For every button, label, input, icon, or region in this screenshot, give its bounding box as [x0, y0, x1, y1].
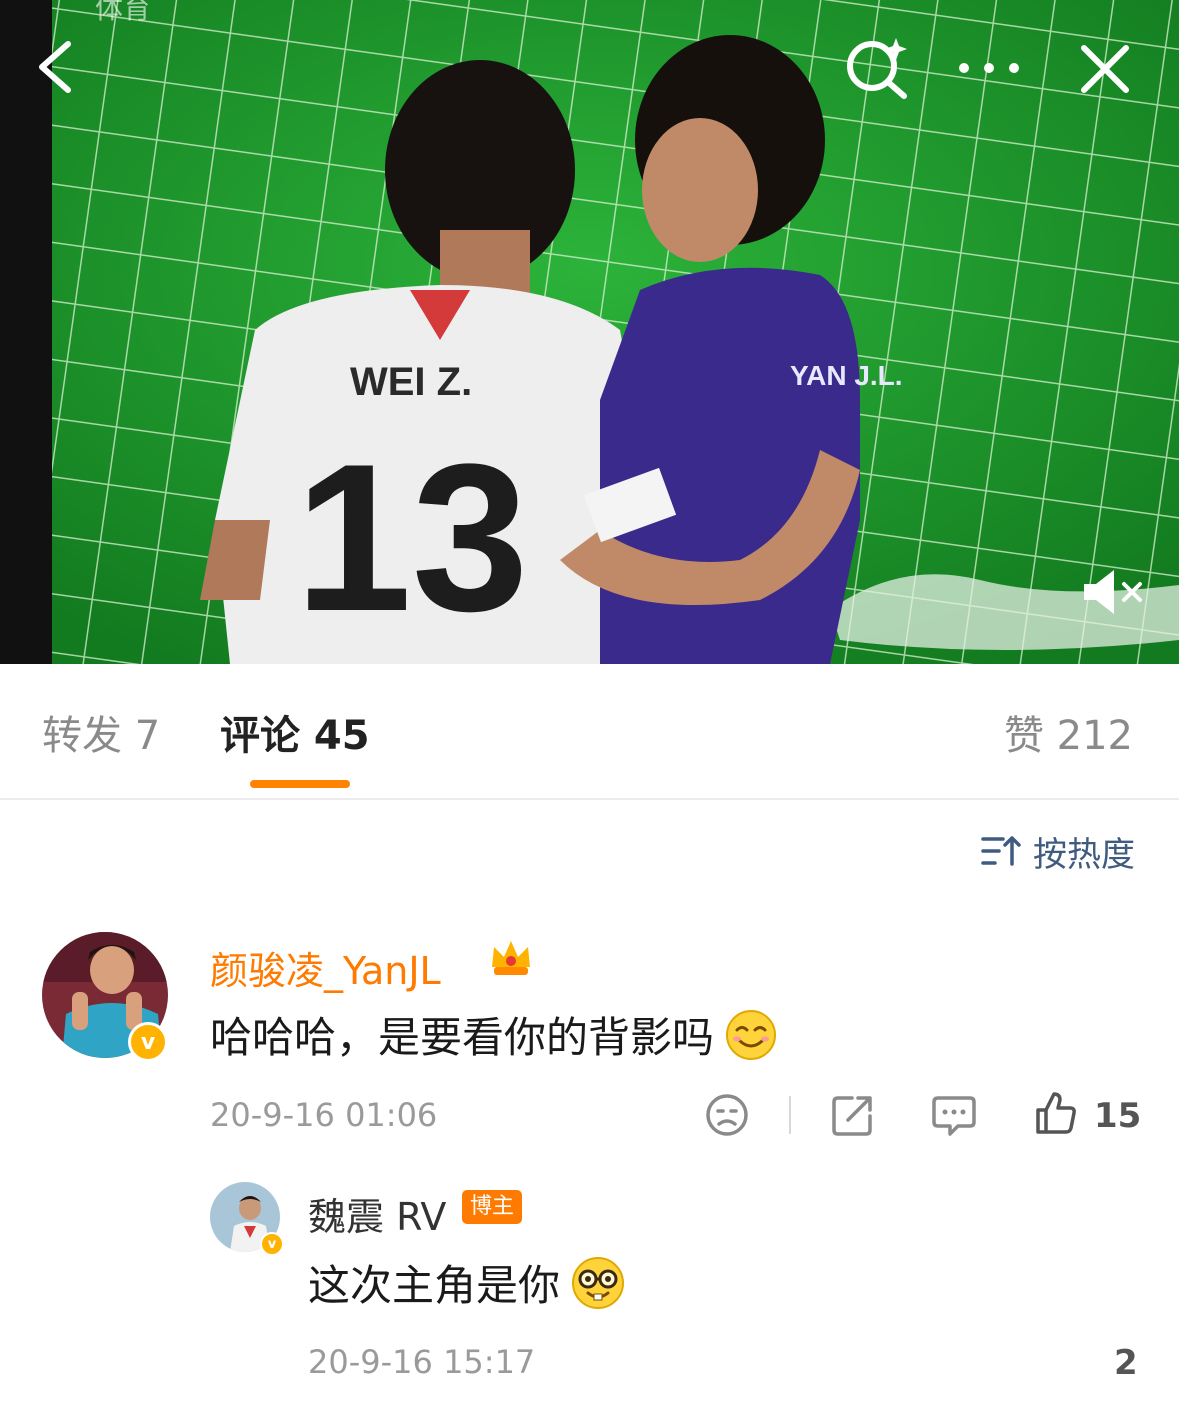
reply-like-count: 2 — [1114, 1343, 1138, 1383]
video-frame: WEI Z. 13 YAN J.L. 体育 — [0, 0, 1179, 664]
more-button[interactable] — [954, 48, 1024, 88]
reply-text-content: 这次主角是你 — [308, 1261, 561, 1310]
share-button[interactable] — [830, 1092, 876, 1138]
comment-timestamp: 20-9-16 01:06 — [210, 1096, 438, 1134]
share-icon — [832, 1096, 872, 1136]
more-dots-icon — [959, 63, 1019, 73]
like-button[interactable] — [1034, 1090, 1078, 1136]
white-jersey-number: 13 — [295, 420, 529, 655]
chevron-left-icon — [39, 41, 71, 93]
thumbs-up-icon — [1036, 1092, 1076, 1134]
sort-toggle[interactable]: 按热度 — [981, 826, 1135, 876]
tab-comments[interactable]: 评论 45 — [220, 710, 370, 762]
dislike-button[interactable] — [704, 1092, 750, 1138]
reply-button[interactable] — [930, 1094, 978, 1138]
sort-label: 按热度 — [1033, 834, 1135, 875]
reply-username[interactable]: 魏震 RV — [308, 1186, 446, 1241]
nerd-emoji-icon — [572, 1256, 625, 1309]
host-badge: 博主 — [462, 1190, 523, 1224]
close-button[interactable] — [1076, 40, 1134, 98]
like-count: 15 — [1094, 1096, 1142, 1136]
reply-verified-badge: v — [260, 1232, 284, 1256]
visual-search-button[interactable] — [842, 34, 912, 100]
speaker-muted-icon — [1084, 570, 1142, 614]
comment-text-content: 哈哈哈，是要看你的背影吗 — [210, 1013, 715, 1062]
verified-badge: v — [128, 1022, 168, 1062]
video-player[interactable]: WEI Z. 13 YAN J.L. 体育 — [0, 0, 1179, 664]
close-icon — [1081, 45, 1129, 93]
active-tab-indicator — [250, 780, 350, 788]
white-jersey-name: WEI Z. — [350, 360, 472, 404]
comment-text: 哈哈哈，是要看你的背影吗 — [210, 1004, 778, 1065]
sort-icon — [981, 836, 1021, 866]
purple-jersey-name: YAN J.L. — [790, 360, 903, 391]
tab-repost[interactable]: 转发 7 — [42, 710, 160, 762]
reply-timestamp: 20-9-16 15:17 — [308, 1343, 536, 1381]
tab-bar: 转发 7 评论 45 赞 212 — [0, 664, 1179, 800]
crown-icon — [492, 941, 530, 975]
sparkle-search-icon — [847, 38, 907, 99]
action-divider — [789, 1096, 791, 1134]
tv-watermark: 体育 — [95, 0, 151, 25]
mute-toggle[interactable] — [1080, 566, 1148, 618]
tab-likes[interactable]: 赞 212 — [1004, 710, 1133, 762]
smile-emoji-icon — [726, 1009, 777, 1060]
back-button[interactable] — [28, 36, 88, 98]
comment-username[interactable]: 颜骏凌_YanJL — [210, 940, 441, 995]
comment-bubble-icon — [932, 1096, 976, 1136]
frown-face-icon — [706, 1094, 748, 1136]
reply-text: 这次主角是你 — [308, 1252, 626, 1313]
